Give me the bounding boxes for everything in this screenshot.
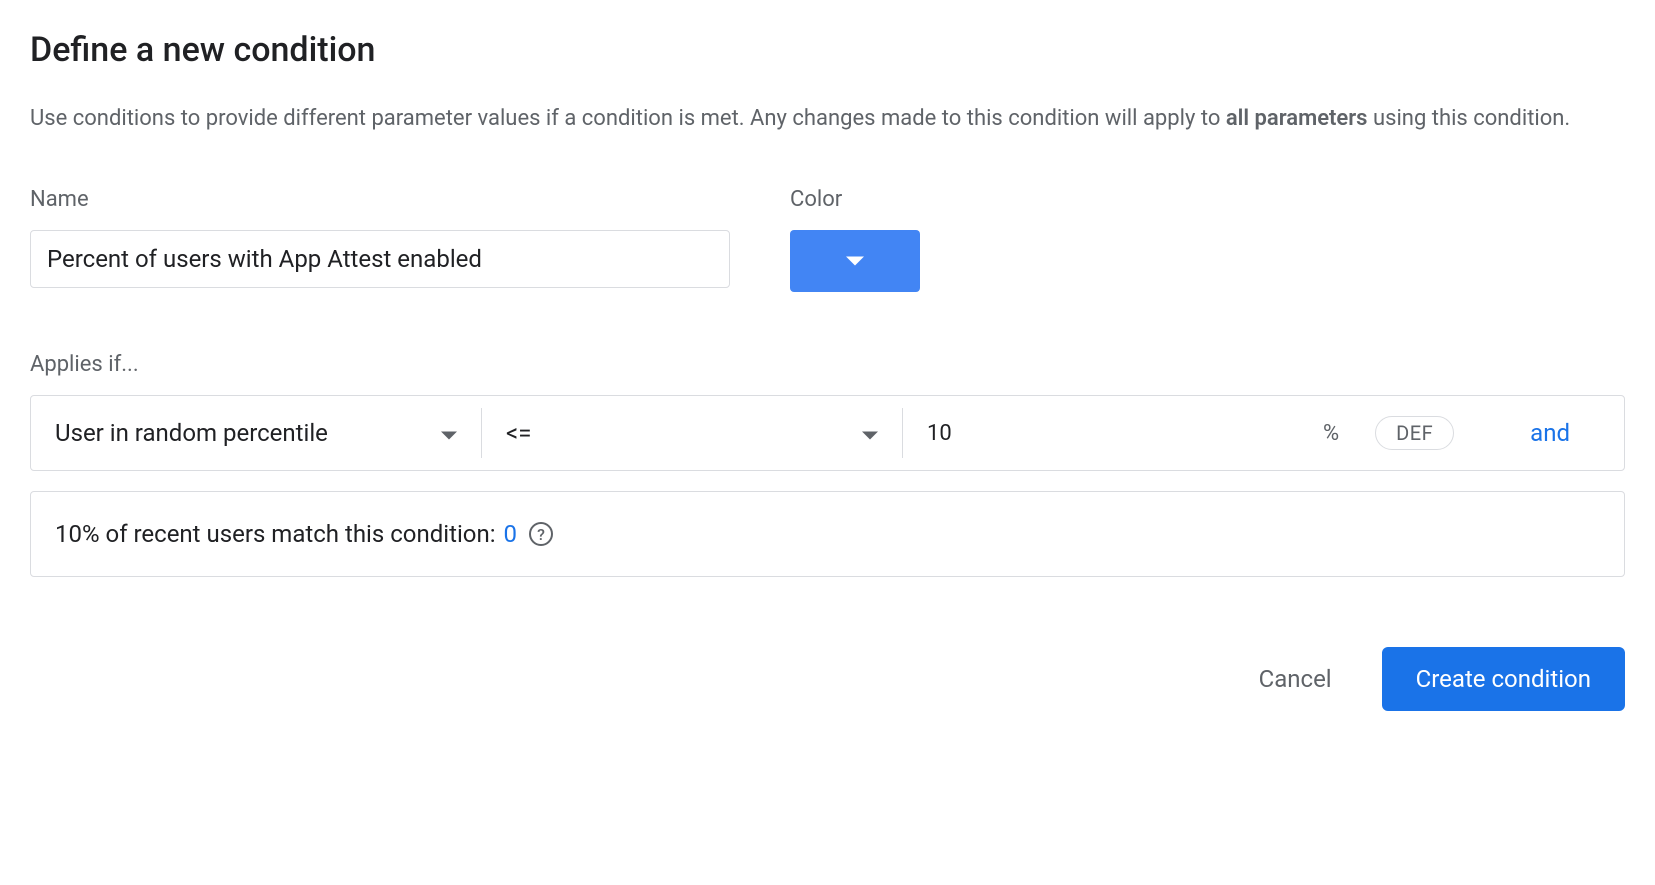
match-text: 10% of recent users match this condition…: [55, 520, 496, 548]
color-group: Color: [790, 187, 920, 292]
description-bold: all parameters: [1226, 106, 1368, 131]
condition-operator-text: <=: [506, 419, 531, 447]
unit-label: %: [1323, 421, 1339, 446]
create-condition-button[interactable]: Create condition: [1382, 647, 1625, 711]
caret-down-icon: [846, 254, 864, 269]
condition-type-dropdown[interactable]: User in random percentile: [31, 396, 481, 470]
condition-value-input[interactable]: [927, 421, 1107, 446]
dialog-actions: Cancel Create condition: [30, 647, 1625, 711]
match-count: 0: [504, 520, 518, 548]
and-button[interactable]: and: [1470, 419, 1600, 447]
condition-operator-dropdown[interactable]: <=: [482, 396, 902, 470]
help-icon[interactable]: ?: [529, 522, 553, 546]
form-row: Name Color: [30, 187, 1625, 292]
seed-chip[interactable]: DEF: [1375, 416, 1454, 450]
match-summary: 10% of recent users match this condition…: [30, 491, 1625, 577]
caret-down-icon: [862, 421, 878, 446]
name-label: Name: [30, 187, 730, 212]
condition-row: User in random percentile <= % DEF and: [30, 395, 1625, 471]
condition-name-input[interactable]: [30, 230, 730, 288]
cancel-button[interactable]: Cancel: [1239, 655, 1352, 703]
dialog-title: Define a new condition: [30, 30, 1625, 70]
name-group: Name: [30, 187, 730, 292]
color-label: Color: [790, 187, 920, 212]
applies-if-label: Applies if...: [30, 352, 1625, 377]
caret-down-icon: [441, 421, 457, 446]
description-prefix: Use conditions to provide different para…: [30, 106, 1226, 131]
color-picker-button[interactable]: [790, 230, 920, 292]
condition-value-segment: % DEF and: [903, 396, 1624, 470]
dialog-description: Use conditions to provide different para…: [30, 100, 1625, 137]
description-suffix: using this condition.: [1368, 106, 1571, 131]
condition-type-text: User in random percentile: [55, 419, 328, 447]
